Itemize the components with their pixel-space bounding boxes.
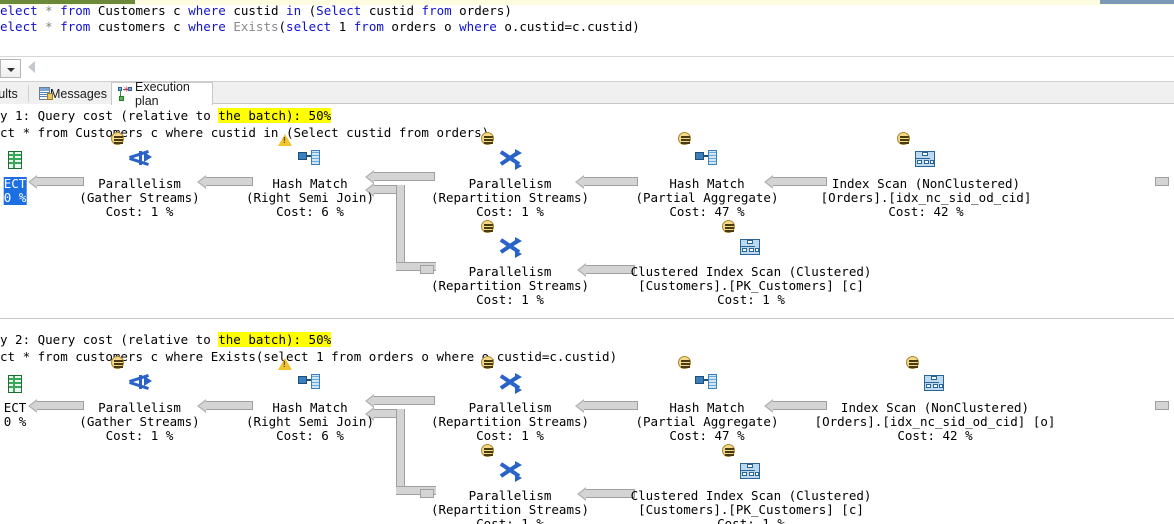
node-parallelism-gather-1-label: Parallelism (Gather Streams) Cost: 1 % (79, 176, 200, 219)
index-scan-icon (897, 132, 941, 177)
node-parallelism-repartition-bottom-1-label: Parallelism (Repartition Streams) Cost: … (430, 264, 590, 307)
query-2-cost-header-highlight: the batch): 50% (218, 332, 332, 347)
parallel-badge-icon (481, 444, 494, 457)
connector-parallelism-clusteredscan-1 (577, 262, 635, 277)
editor-top-band-blue (1100, 0, 1174, 4)
node-parallelism-repartition-top-2-label: Parallelism (Repartition Streams) Cost: … (430, 400, 590, 443)
index-scan-icon (722, 220, 766, 265)
hash-match-icon (278, 134, 325, 177)
tab-divider-1 (28, 85, 29, 102)
execution-plan-icon: ✳ (118, 86, 132, 101)
select-result-icon (0, 149, 30, 177)
node-clustered-index-scan-1-label: Clustered Index Scan (Clustered) [Custom… (630, 264, 872, 307)
parallelism-repartition-icon (481, 356, 525, 401)
connector-hashmatch-bottom-in-2 (365, 406, 397, 421)
tab-messages[interactable]: Messages (33, 82, 113, 105)
node-hash-match-semi-join-1-label: Hash Match (Right Semi Join) Cost: 6 % (246, 176, 374, 219)
tab-messages-label: Messages (50, 86, 107, 101)
chevron-down-icon (7, 68, 15, 72)
warning-badge-icon (278, 358, 292, 370)
query-1-cost-header-highlight: the batch): 50% (218, 108, 332, 123)
parallelism-repartition-icon (481, 444, 525, 489)
node-select-2-label: ECT 0 % (3, 400, 27, 429)
parallel-badge-icon (722, 220, 735, 233)
parallelism-repartition-icon (481, 220, 525, 265)
node-parallelism-repartition-bottom-2-label: Parallelism (Repartition Streams) Cost: … (430, 488, 590, 524)
execution-plan-canvas[interactable]: y 1: Query cost (relative to the batch):… (0, 104, 1174, 524)
parallel-badge-icon (110, 132, 124, 145)
parallelism-gather-icon (110, 132, 155, 177)
node-parallelism-gather-2-label: Parallelism (Gather Streams) Cost: 1 % (79, 400, 200, 443)
node-parallelism-repartition-top-1-label: Parallelism (Repartition Streams) Cost: … (430, 176, 590, 219)
connector-hashmatch-top-in-2 (365, 393, 435, 408)
tabs-row: sults Messages ✳ Execution plan (0, 80, 1174, 108)
node-select-1-label: ECT 0 % (3, 176, 27, 205)
query-2-cost-header: y 2: Query cost (relative to the batch):… (0, 332, 332, 347)
connector-partialagg-indexscan-1 (764, 174, 827, 189)
parallel-badge-icon (110, 356, 124, 369)
parallel-badge-icon (481, 356, 494, 369)
connector-select-parallelism-1 (28, 174, 84, 189)
query-2-statement: ct * from customers c where Exists(selec… (0, 349, 618, 364)
sql-statement-line-1[interactable]: elect * from Customers c where custid in… (0, 4, 512, 18)
query-1-statement: ct * from Customers c where custid in (S… (0, 125, 490, 140)
scroll-left-arrow-icon[interactable] (28, 61, 35, 73)
tab-execution-plan-label: Execution plan (134, 80, 190, 108)
parallel-badge-icon (481, 132, 494, 145)
parallelism-gather-icon (110, 356, 155, 401)
node-hash-match-partial-aggregate-1-label: Hash Match (Partial Aggregate) Cost: 47 … (635, 176, 779, 219)
results-tabstrip: sults Messages ✳ Execution plan (0, 56, 1174, 108)
node-index-scan-1-label: Index Scan (NonClustered) [Orders].[idx_… (820, 176, 1032, 219)
parallel-badge-icon (906, 356, 919, 369)
sql-editor-pane[interactable]: elect * from Customers c where custid in… (0, 0, 1174, 56)
node-index-scan-2-label: Index Scan (NonClustered) [Orders].[idx_… (814, 400, 1056, 443)
tabstrip-divider (0, 56, 1174, 57)
parallelism-repartition-icon (481, 132, 525, 177)
plan-divider (0, 318, 1174, 319)
connector-indexscan-stub-1 (1155, 177, 1169, 186)
connector-elbow-vertical-2 (396, 409, 405, 495)
warning-badge-icon (278, 134, 292, 146)
node-hash-match-semi-join-2-label: Hash Match (Right Semi Join) Cost: 6 % (246, 400, 374, 443)
connector-hashmatch-bottom-in-1 (365, 182, 397, 197)
index-scan-icon (722, 444, 766, 489)
hash-match-icon (678, 356, 722, 401)
connector-indexscan-stub-2 (1155, 401, 1169, 410)
tab-execution-plan[interactable]: ✳ Execution plan (111, 80, 213, 108)
messages-grid-icon (39, 87, 53, 100)
connector-parallelism-partialagg-1 (575, 174, 638, 189)
parallel-badge-icon (722, 444, 735, 457)
connector-select-parallelism-2 (28, 398, 84, 413)
tab-results-label: sults (0, 86, 18, 101)
hash-match-icon (278, 358, 325, 401)
select-result-icon (0, 373, 30, 401)
node-hash-match-partial-aggregate-2-label: Hash Match (Partial Aggregate) Cost: 47 … (635, 400, 779, 443)
query-1-cost-header-pre: y 1: Query cost (relative to (0, 108, 219, 123)
sql-statement-line-2[interactable]: elect * from customers c where Exists(se… (0, 20, 640, 34)
query-1-cost-header: y 1: Query cost (relative to the batch):… (0, 108, 332, 123)
parallel-badge-icon (678, 356, 691, 369)
hash-match-icon (678, 132, 722, 177)
parallel-badge-icon (481, 220, 494, 233)
parallel-badge-icon (897, 132, 910, 145)
editor-dropdown-button[interactable] (0, 59, 21, 78)
connector-elbow-vertical-1 (396, 185, 405, 271)
node-clustered-index-scan-2-label: Clustered Index Scan (Clustered) [Custom… (630, 488, 872, 524)
query-2-cost-header-pre: y 2: Query cost (relative to (0, 332, 219, 347)
connector-parallelism-clusteredscan-2 (577, 486, 635, 501)
index-scan-icon (906, 356, 950, 401)
execution-plan-window: elect * from Customers c where custid in… (0, 0, 1174, 524)
parallel-badge-icon (678, 132, 691, 145)
connector-parallelism-partialagg-2 (575, 398, 638, 413)
connector-hashmatch-top-in-1 (365, 169, 435, 184)
